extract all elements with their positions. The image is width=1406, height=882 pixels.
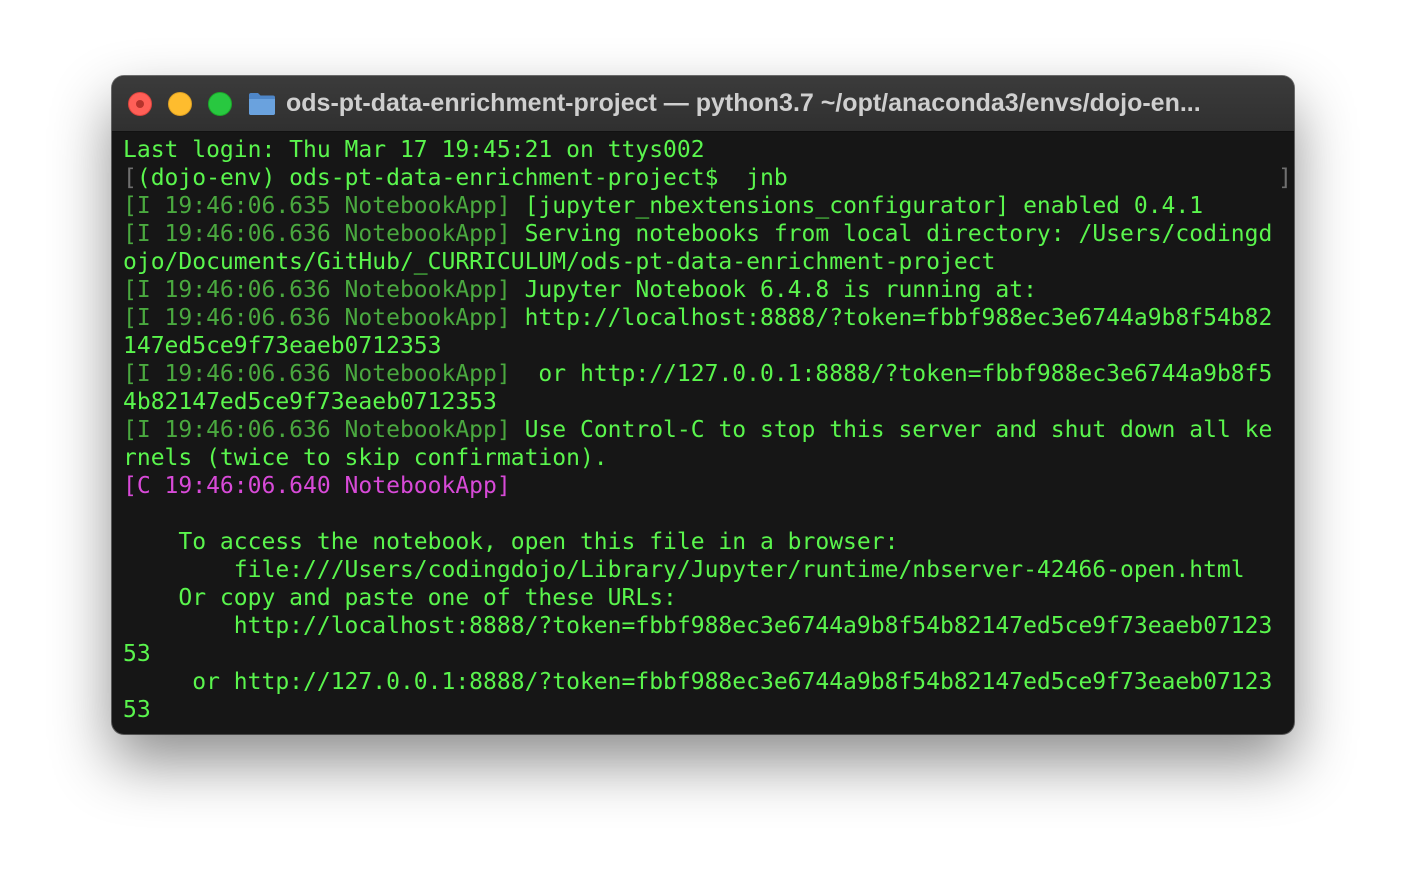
last-login-line: Last login: Thu Mar 17 19:45:21 on ttys0… xyxy=(123,137,705,163)
log-message: Serving notebooks from local directory: … xyxy=(510,221,1273,247)
file-path[interactable]: file:///Users/codingdojo/Library/Jupyter… xyxy=(123,556,1294,584)
terminal-output[interactable]: Last login: Thu Mar 17 19:45:21 on ttys0… xyxy=(112,136,1294,734)
log-continuation: 4b82147ed5ce9f73eaeb0712353 xyxy=(123,389,497,415)
url-continuation: 53 xyxy=(123,697,151,723)
terminal-window: ods-pt-data-enrichment-project — python3… xyxy=(112,76,1294,734)
log-continuation: 147ed5ce9f73eaeb0712353 xyxy=(123,333,442,359)
log-prefix: [I 19:46:06.636 NotebookApp] xyxy=(123,361,511,387)
minimize-button[interactable] xyxy=(168,92,192,116)
localhost-url[interactable]: http://localhost:8888/?token=fbbf988ec3e… xyxy=(123,612,1294,640)
log-prefix: [I 19:46:06.636 NotebookApp] xyxy=(123,305,511,331)
log-continuation: rnels (twice to skip confirmation). xyxy=(123,445,608,471)
prompt-text: (dojo-env) ods-pt-data-enrichment-projec… xyxy=(136,165,788,191)
log-line: [I 19:46:06.636 NotebookApp] or http://1… xyxy=(123,360,1294,388)
log-message: or http://127.0.0.1:8888/?token=fbbf988e… xyxy=(510,361,1273,387)
prompt-right-marker: ] xyxy=(1278,165,1292,191)
loopback-url[interactable]: or http://127.0.0.1:8888/?token=fbbf988e… xyxy=(123,668,1294,696)
log-continuation: ojo/Documents/GitHub/_CURRICULUM/ods-pt-… xyxy=(123,249,996,275)
title-bar[interactable]: ods-pt-data-enrichment-project — python3… xyxy=(112,76,1294,132)
log-prefix-critical: [C 19:46:06.640 NotebookApp] xyxy=(123,473,511,499)
window-title: ods-pt-data-enrichment-project — python3… xyxy=(286,89,1201,117)
prompt-line: [(dojo-env) ods-pt-data-enrichment-proje… xyxy=(123,164,1294,192)
folder-icon xyxy=(249,93,275,115)
log-line: [I 19:46:06.636 NotebookApp] Serving not… xyxy=(123,220,1294,248)
zoom-button[interactable] xyxy=(208,92,232,116)
prompt-left-marker: [ xyxy=(123,165,137,191)
log-prefix: [I 19:46:06.636 NotebookApp] xyxy=(123,221,511,247)
log-prefix: [I 19:46:06.636 NotebookApp] xyxy=(123,417,511,443)
access-instructions: To access the notebook, open this file i… xyxy=(123,529,899,555)
log-line: [I 19:46:06.635 NotebookApp] [jupyter_nb… xyxy=(123,192,1294,220)
log-message: [jupyter_nbextensions_configurator] enab… xyxy=(510,193,1204,219)
log-message: http://localhost:8888/?token=fbbf988ec3e… xyxy=(510,305,1273,331)
log-prefix: [I 19:46:06.636 NotebookApp] xyxy=(123,277,511,303)
copy-instructions: Or copy and paste one of these URLs: xyxy=(123,585,677,611)
log-line-critical: [C 19:46:06.640 NotebookApp] xyxy=(123,472,1294,500)
log-message: Jupyter Notebook 6.4.8 is running at: xyxy=(510,277,1037,303)
log-line: [I 19:46:06.636 NotebookApp] http://loca… xyxy=(123,304,1294,332)
log-message: Use Control-C to stop this server and sh… xyxy=(510,417,1273,443)
url-continuation: 53 xyxy=(123,641,151,667)
close-button[interactable] xyxy=(128,92,152,116)
log-prefix: [I 19:46:06.635 NotebookApp] xyxy=(123,193,511,219)
log-line: [I 19:46:06.636 NotebookApp] Use Control… xyxy=(123,416,1294,444)
log-line: [I 19:46:06.636 NotebookApp] Jupyter Not… xyxy=(123,276,1294,304)
